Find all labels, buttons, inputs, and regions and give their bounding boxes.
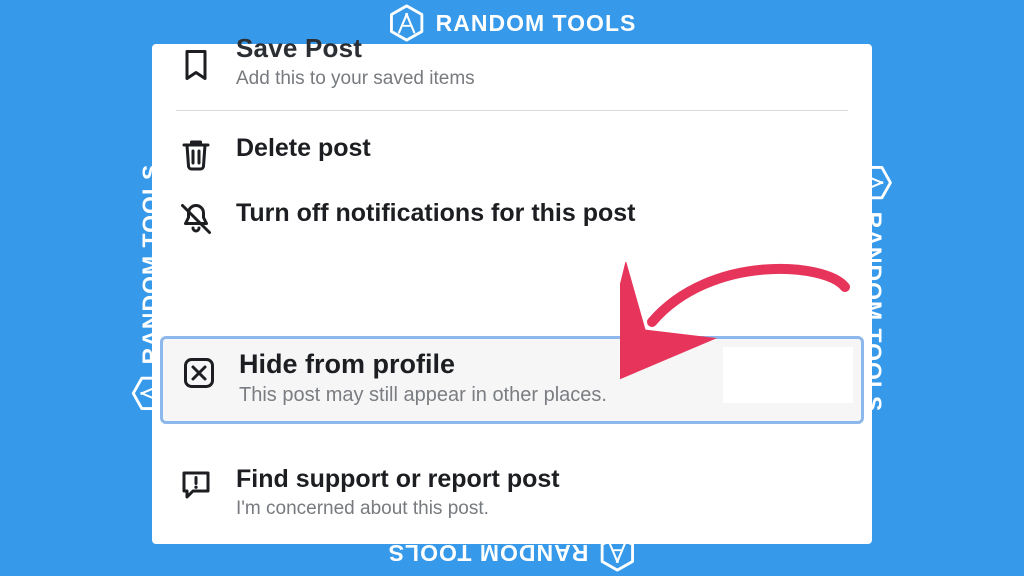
menu-item-subtitle: I'm concerned about this post. <box>236 498 846 520</box>
menu-item-delete-post[interactable]: Delete post <box>152 119 872 184</box>
menu-item-turn-off-notifications[interactable]: Turn off notifications for this post <box>152 184 872 249</box>
stage: RANDOM TOOLS RANDOM TOOLS RANDOM TOOLS <box>0 0 1024 576</box>
menu-divider <box>176 110 848 111</box>
post-options-menu: Save Post Add this to your saved items D… <box>152 44 872 544</box>
report-icon <box>178 467 214 503</box>
menu-item-subtitle: Add this to your saved items <box>236 68 846 90</box>
x-box-icon <box>181 355 217 391</box>
menu-item-title: Turn off notifications for this post <box>236 198 846 229</box>
menu-item-hide-from-profile[interactable]: Hide from profile This post may still ap… <box>160 336 864 424</box>
menu-item-save-post[interactable]: Save Post Add this to your saved items <box>152 44 872 102</box>
bell-slash-icon <box>178 201 214 237</box>
menu-item-report-post[interactable]: Find support or report post I'm concerne… <box>152 446 872 532</box>
menu-item-title: Delete post <box>236 133 846 164</box>
bookmark-icon <box>178 47 214 83</box>
white-overlay-patch <box>723 347 853 403</box>
trash-icon <box>178 136 214 172</box>
menu-item-title: Save Post <box>236 32 846 65</box>
menu-item-title: Find support or report post <box>236 464 846 495</box>
